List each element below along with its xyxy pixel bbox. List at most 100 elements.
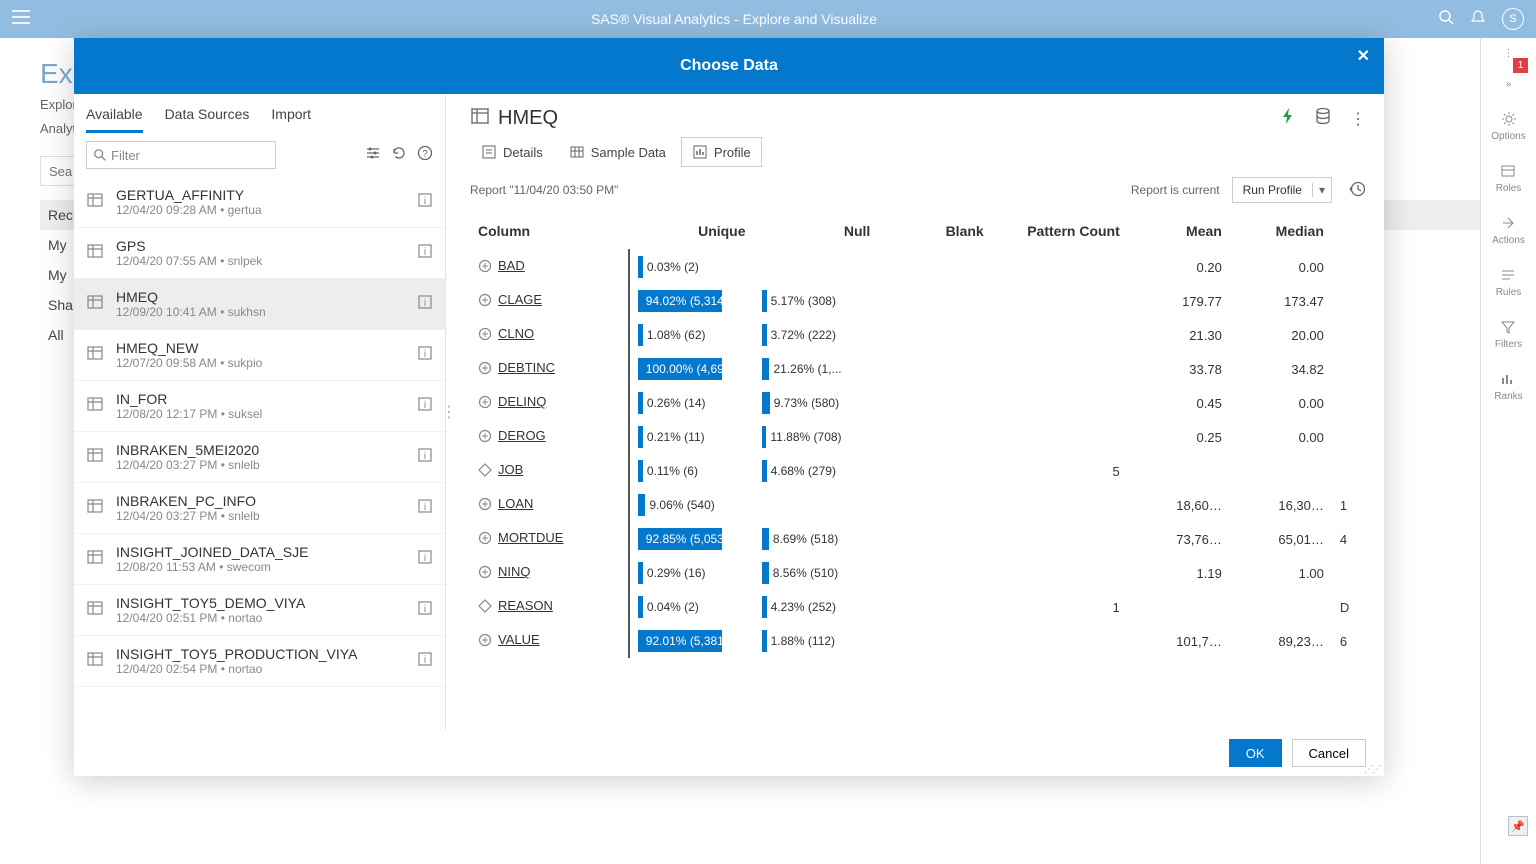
column-name-cell[interactable]: DELINQ [470,386,629,420]
run-profile-label[interactable]: Run Profile [1233,183,1312,197]
dataset-item[interactable]: INBRAKEN_5MEI202012/04/20 03:27 PM • snl… [74,432,445,483]
info-icon[interactable]: i [417,192,433,213]
table-row: DEROG0.21% (11)11.88% (708)0.250.00 [470,420,1366,454]
rail-item-ranks[interactable]: Ranks [1494,370,1522,402]
rail-item-rules[interactable]: Rules [1496,266,1522,298]
dataset-name: INSIGHT_TOY5_DEMO_VIYA [116,595,405,611]
dataset-item[interactable]: INSIGHT_TOY5_PRODUCTION_VIYA12/04/20 02:… [74,636,445,687]
col-header[interactable]: Blank [878,213,991,250]
choose-data-modal: Choose Data ✕ AvailableData SourcesImpor… [74,38,1384,776]
user-avatar[interactable]: S [1502,8,1524,30]
refresh-icon[interactable] [391,145,407,166]
left-tab-import[interactable]: Import [271,106,311,133]
mean-cell: 33.78 [1128,352,1230,386]
search-icon[interactable] [1438,9,1454,30]
info-icon[interactable]: i [417,294,433,315]
column-name-cell[interactable]: LOAN [470,488,629,522]
history-icon[interactable] [1348,180,1366,201]
col-header[interactable]: Median [1230,213,1332,250]
info-icon[interactable]: i [417,447,433,468]
dataset-item[interactable]: INBRAKEN_PC_INFO12/04/20 03:27 PM • snle… [74,483,445,534]
rail-item-options[interactable]: Options [1491,110,1525,142]
column-name-cell[interactable]: CLNO [470,318,629,352]
dataset-name: GPS [116,238,405,254]
info-icon[interactable]: i [417,549,433,570]
pin-button[interactable]: 📌 [1508,816,1528,836]
extra-cell [1332,284,1366,318]
close-icon[interactable]: ✕ [1357,46,1370,66]
pattern-cell [992,386,1128,420]
filter-input[interactable]: Filter [86,141,276,169]
database-icon[interactable] [1314,107,1332,130]
rail-expand-icon[interactable]: » [1506,79,1512,90]
kebab-icon[interactable]: ⋮ [1350,109,1366,129]
profile-table-wrap[interactable]: ColumnUniqueNullBlankPattern CountMeanMe… [452,213,1384,730]
rail-item-actions[interactable]: Actions [1492,214,1525,246]
mean-cell: 179.77 [1128,284,1230,318]
detail-tab-sample-data[interactable]: Sample Data [558,137,677,167]
col-header[interactable]: Unique [629,213,754,250]
rail-item-filters[interactable]: Filters [1495,318,1522,350]
rail-item-roles[interactable]: Roles [1496,162,1522,194]
dataset-name: HMEQ [116,289,405,305]
cancel-button[interactable]: Cancel [1292,739,1366,767]
type-icon [478,361,492,378]
info-icon[interactable]: i [417,396,433,417]
extra-cell: 1 [1332,488,1366,522]
column-name-cell[interactable]: REASON [470,590,629,624]
detail-tab-details[interactable]: Details [470,137,554,167]
col-header[interactable]: Mean [1128,213,1230,250]
dataset-item[interactable]: INSIGHT_JOINED_DATA_SJE12/08/20 11:53 AM… [74,534,445,585]
ok-button[interactable]: OK [1229,739,1282,767]
left-tabs: Available Data Sources Import [74,94,445,133]
table-row: DEBTINC100.00% (4,69321.26% (1,...33.783… [470,352,1366,386]
median-cell: 173.47 [1230,284,1332,318]
svg-text:i: i [424,604,426,615]
settings-icon[interactable] [365,145,381,166]
bolt-icon[interactable] [1280,107,1296,130]
rail-kebab[interactable]: ⋮ [1504,48,1514,59]
col-header[interactable]: Null [754,213,879,250]
info-icon[interactable]: i [417,600,433,621]
median-cell: 16,30… [1230,488,1332,522]
blank-cell [878,624,991,658]
info-icon[interactable]: i [417,498,433,519]
blank-cell [878,556,991,590]
dataset-item[interactable]: HMEQ_NEW12/07/20 09:58 AM • sukpioi [74,330,445,381]
mean-cell: 73,76… [1128,522,1230,556]
column-name-cell[interactable]: BAD [470,250,629,285]
col-header[interactable]: Column [470,213,629,250]
column-name-cell[interactable]: CLAGE [470,284,629,318]
column-name-cell[interactable]: VALUE [470,624,629,658]
info-icon[interactable]: i [417,345,433,366]
dataset-item[interactable]: IN_FOR12/08/20 12:17 PM • sukseli [74,381,445,432]
help-icon[interactable]: ? [417,145,433,166]
left-tab-data-sources[interactable]: Data Sources [165,106,250,133]
info-icon[interactable]: i [417,243,433,264]
column-name-cell[interactable]: DEBTINC [470,352,629,386]
dataset-item[interactable]: INSIGHT_TOY5_DEMO_VIYA12/04/20 02:51 PM … [74,585,445,636]
run-profile-button[interactable]: Run Profile ▾ [1232,177,1332,203]
column-name-cell[interactable]: JOB [470,454,629,488]
dataset-list: GERTUA_AFFINITY12/04/20 09:28 AM • gertu… [74,177,445,730]
column-name-cell[interactable]: NINQ [470,556,629,590]
detail-tab-profile[interactable]: Profile [681,137,762,167]
type-icon [478,463,492,480]
dataset-item[interactable]: GPS12/04/20 07:55 AM • snlpeki [74,228,445,279]
svg-text:i: i [424,502,426,513]
column-name-cell[interactable]: DEROG [470,420,629,454]
dataset-header: HMEQ ⋮ [452,94,1384,137]
run-profile-caret-icon[interactable]: ▾ [1312,183,1331,197]
svg-text:i: i [424,451,426,462]
profile-status-row: Report "11/04/20 03:50 PM" Report is cur… [452,167,1384,213]
column-name-cell[interactable]: MORTDUE [470,522,629,556]
dataset-name: INSIGHT_TOY5_PRODUCTION_VIYA [116,646,405,662]
hamburger-icon[interactable] [12,10,30,29]
col-header[interactable]: Pattern Count [992,213,1128,250]
dataset-item[interactable]: HMEQ12/09/20 10:41 AM • sukhsni [74,279,445,330]
left-tab-available[interactable]: Available [86,106,143,133]
dataset-item[interactable]: GERTUA_AFFINITY12/04/20 09:28 AM • gertu… [74,177,445,228]
info-icon[interactable]: i [417,651,433,672]
bell-icon[interactable] [1470,9,1486,30]
resize-grip-icon[interactable]: ⋰⋰ [1364,767,1380,772]
